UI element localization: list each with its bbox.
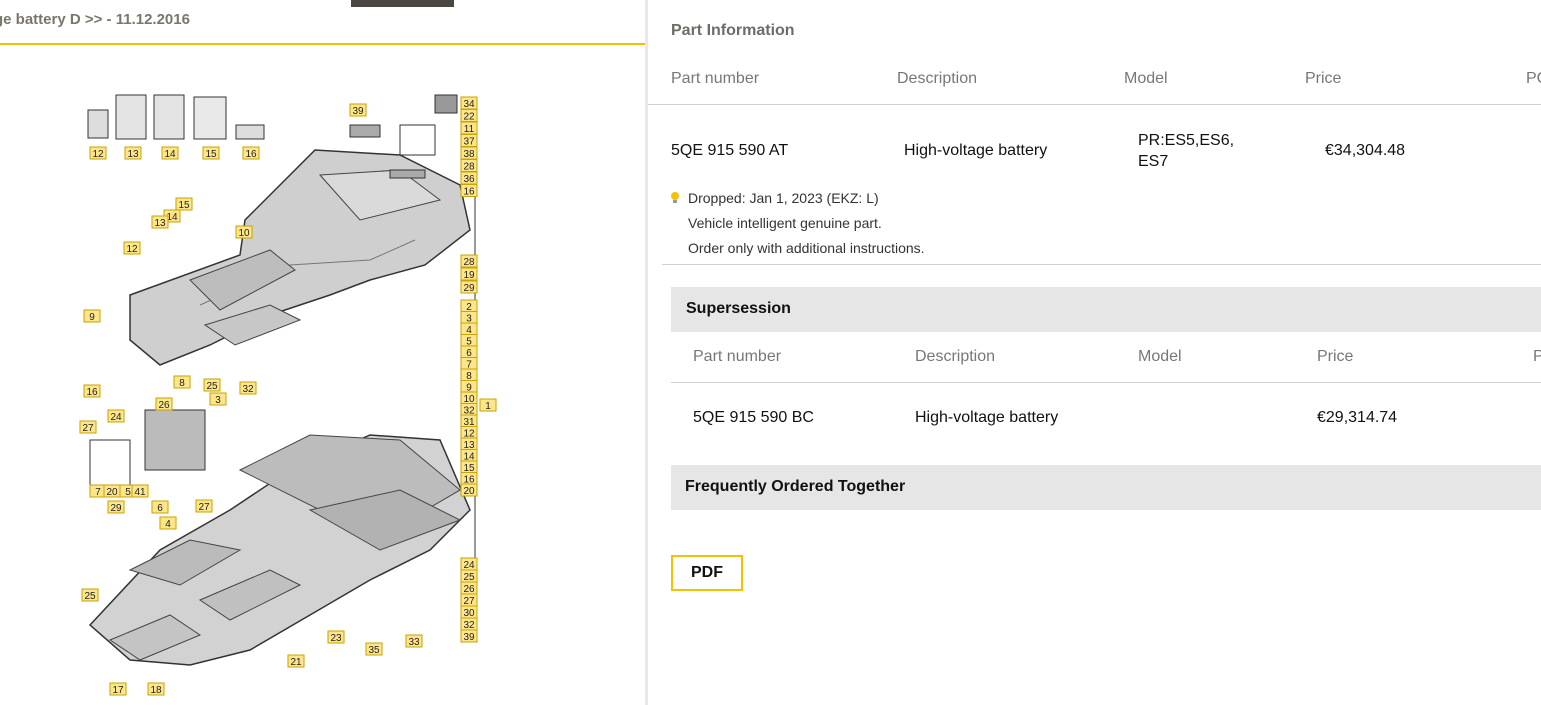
callout-number: 39 [463, 632, 475, 643]
callout-number: 22 [463, 112, 475, 123]
callout-number: 28 [463, 162, 475, 173]
callout-number: 25 [84, 591, 96, 602]
note-order-instructions: Order only with additional instructions. [688, 240, 925, 256]
model-cell-line1: PR:ES5,ES6, [1138, 132, 1235, 149]
callout-number: 27 [463, 596, 475, 607]
callout-number: 10 [238, 228, 250, 239]
part-information-title: Part Information [671, 22, 795, 39]
pdf-button[interactable]: PDF [671, 555, 743, 591]
callout-number: 13 [154, 218, 166, 229]
callout-number: 32 [242, 384, 254, 395]
callout-number: 30 [463, 608, 475, 619]
label-sheets-group [87, 94, 265, 140]
ss-part-number-cell[interactable]: 5QE 915 590 BC [693, 409, 814, 427]
callout-number: 32 [463, 620, 475, 631]
callout-number: 39 [352, 106, 364, 117]
callout-number: 29 [110, 503, 122, 514]
diagram-title: ge battery D >> - 11.12.2016 [0, 11, 190, 28]
note-genuine-part: Vehicle intelligent genuine part. [688, 215, 882, 231]
diagram-header-rule [0, 43, 645, 45]
callout-number: 8 [179, 378, 185, 389]
description-cell: High-voltage battery [904, 142, 1048, 159]
ss-col-header-part-number: Part number [693, 348, 782, 365]
callout-number: 33 [408, 637, 420, 648]
callout-number: 16 [86, 387, 98, 398]
callout-number: 29 [463, 283, 475, 294]
callout-number: 27 [198, 502, 210, 513]
note-dropped: Dropped: Jan 1, 2023 (EKZ: L) [688, 190, 879, 206]
callout-number: 4 [165, 519, 171, 530]
callout-number: 18 [150, 685, 162, 696]
callout-number: 5 [125, 487, 131, 498]
frequently-ordered-title: Frequently Ordered Together [685, 478, 906, 495]
callout-number: 34 [463, 99, 475, 110]
ss-description-cell: High-voltage battery [915, 409, 1059, 426]
callout-number: 13 [127, 149, 139, 160]
callout-number: 25 [463, 572, 475, 583]
col-header-price: Price [1305, 70, 1342, 87]
callout-number: 24 [463, 560, 475, 571]
callout-number: 19 [463, 270, 475, 281]
ss-header-divider [671, 382, 1541, 383]
callout-number: 36 [463, 174, 475, 185]
callout-number: 16 [245, 149, 257, 160]
callout-number: 11 [464, 124, 475, 135]
callout-number: 41 [134, 487, 146, 498]
callout-number: 21 [290, 657, 302, 668]
callout-number: 25 [206, 381, 218, 392]
callout-number: 23 [330, 633, 342, 644]
ss-col-header-price: Price [1317, 348, 1354, 365]
header-divider [648, 104, 1541, 105]
part-info-panel: Part Information Part number Description… [648, 0, 1541, 705]
col-header-pc: PC [1526, 70, 1541, 87]
diagram-tab-indicator[interactable] [351, 0, 454, 7]
callout-number: 6 [157, 503, 163, 514]
callout-number: 27 [82, 423, 94, 434]
notes-divider [662, 264, 1541, 265]
col-header-description: Description [897, 70, 978, 87]
callout-number: 14 [164, 149, 176, 160]
callout-number: 12 [92, 149, 104, 160]
callout-number: 7 [95, 487, 101, 498]
ss-price-cell: €29,314.74 [1317, 409, 1398, 426]
callout-number: 16 [463, 187, 475, 198]
callout-number: 37 [463, 137, 475, 148]
lightbulb-icon [671, 192, 679, 203]
callout-number: 3 [215, 395, 221, 406]
callout-number: 35 [368, 645, 380, 656]
callout-number: 17 [112, 685, 124, 696]
callout-number: 15 [178, 200, 190, 211]
exploded-parts-diagram[interactable]: 12 13 14 15 16342211373828361628192923456789… [70, 80, 510, 705]
diagram-panel: ge battery D >> - 11.12.2016 12 13 14 15… [0, 0, 645, 705]
callout-number: 38 [463, 149, 475, 160]
callout-number: 20 [463, 486, 475, 497]
control-unit [89, 409, 206, 496]
callout-number: 24 [110, 412, 122, 423]
ss-col-header-model: Model [1138, 348, 1182, 365]
callout-number: 9 [89, 312, 95, 323]
ss-col-header-p: P [1533, 348, 1541, 365]
frequently-ordered-band[interactable]: Frequently Ordered Together [671, 465, 1541, 510]
battery-housing-cover [129, 149, 471, 366]
col-header-part-number: Part number [671, 70, 760, 87]
callout-number: 12 [126, 244, 138, 255]
callout-number: 28 [463, 257, 475, 268]
price-cell: €34,304.48 [1325, 142, 1406, 159]
callout-number: 1 [485, 401, 491, 412]
part-number-cell[interactable]: 5QE 915 590 AT [671, 142, 788, 160]
ss-col-header-description: Description [915, 348, 996, 365]
col-header-model: Model [1124, 70, 1168, 87]
callout-number: 20 [106, 487, 118, 498]
callout-number: 26 [158, 400, 170, 411]
model-cell-line2: ES7 [1138, 153, 1169, 170]
callout-number: 15 [205, 149, 217, 160]
supersession-band: Supersession [671, 287, 1541, 332]
supersession-title: Supersession [686, 300, 791, 317]
callout-number: 26 [463, 584, 475, 595]
